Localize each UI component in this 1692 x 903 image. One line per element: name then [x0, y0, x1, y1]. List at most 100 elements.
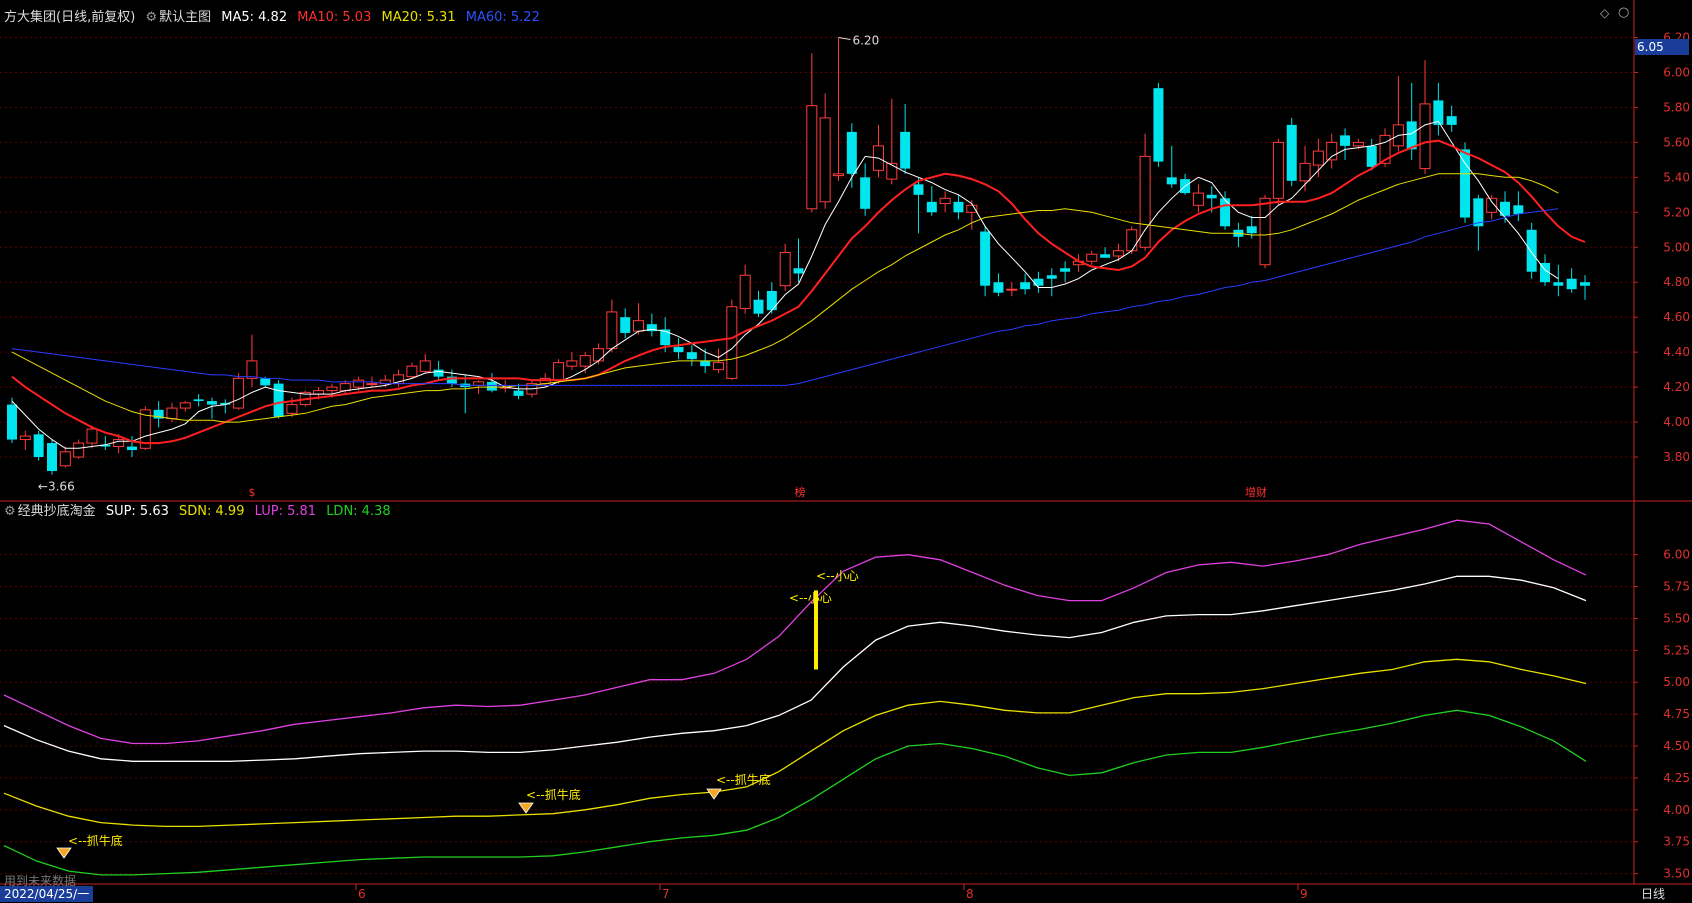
candle-down — [1206, 194, 1217, 199]
y-tick-label: 4.40 — [1663, 345, 1690, 359]
y-tick-label: 4.75 — [1663, 707, 1690, 721]
candle-up — [1006, 288, 1018, 291]
candle-up — [1272, 141, 1284, 199]
y-tick-label: 5.60 — [1663, 135, 1690, 149]
candle-up — [1126, 229, 1138, 252]
candle-up — [19, 435, 31, 441]
candle-up — [553, 362, 565, 381]
candle-up — [779, 252, 791, 287]
ma-line-ma60 — [11, 208, 1559, 386]
ma-line-ma10 — [11, 139, 1586, 445]
candle-up — [1139, 155, 1151, 248]
indicator-annotation: <--抓牛底 — [716, 772, 771, 787]
candle-down — [1340, 135, 1351, 146]
main-chart-header: 方大集团(日线,前复权) ⚙ 默认主图 MA5: 4.82 MA10: 5.03 … — [4, 6, 546, 25]
current-price-tag: 6.05 — [1635, 39, 1689, 55]
candle-up — [73, 442, 85, 458]
y-tick-label: 4.80 — [1663, 275, 1690, 289]
candle-down — [206, 401, 217, 405]
candle-down — [980, 231, 991, 286]
chart-canvas: 6.20 6.00 5.80 5.60 5.40 5.20 5.00 4.80 4.60 4.40… — [0, 0, 1692, 901]
lup-label: LUP: 5.81 — [254, 504, 317, 519]
circle-icon[interactable]: ○ — [1618, 5, 1629, 20]
candle-up — [1419, 103, 1431, 170]
y-tick-label: 5.40 — [1663, 170, 1690, 184]
candle-down — [1446, 116, 1457, 125]
high-pointer — [838, 36, 851, 40]
candle-down — [1513, 205, 1524, 215]
candle-up — [593, 348, 605, 362]
candle-up — [339, 383, 351, 392]
candle-down — [1580, 282, 1590, 286]
candle-up — [566, 360, 578, 367]
candle-down — [46, 443, 57, 472]
y-tick-label: 5.00 — [1663, 240, 1690, 254]
candle-down — [1100, 254, 1111, 258]
candle-down — [766, 290, 777, 311]
y-tick-label: 4.00 — [1663, 415, 1690, 429]
candle-down — [1553, 282, 1564, 286]
gear-icon[interactable]: ⚙ — [4, 504, 16, 519]
template-name[interactable]: 默认主图 — [159, 10, 211, 25]
candle-up — [832, 173, 844, 177]
y-tick-label: 5.80 — [1663, 100, 1690, 114]
candle-down — [513, 390, 524, 396]
indicator-line-ldn — [3, 709, 1587, 876]
candle-down — [926, 201, 937, 213]
ma5-label: MA5: 4.82 — [221, 10, 288, 25]
candle-down — [660, 329, 671, 346]
candle-down — [700, 360, 711, 367]
candle-up — [86, 428, 98, 444]
diamond-icon[interactable]: ◇ — [1600, 6, 1609, 20]
y-tick-label: 5.25 — [1663, 643, 1690, 657]
candle-up — [886, 162, 898, 180]
y-tick-label: 5.00 — [1663, 675, 1690, 689]
candle-down — [273, 383, 284, 417]
ldn-label: LDN: 4.38 — [326, 504, 391, 519]
low-pointer: ← — [38, 480, 48, 494]
candle-up — [1299, 162, 1311, 182]
y-tick-label: 3.80 — [1663, 450, 1690, 464]
candle-up — [739, 274, 751, 309]
candle-down — [1060, 268, 1071, 272]
candle-down — [1220, 198, 1231, 227]
candle-down — [1033, 278, 1044, 286]
y-tick-label: 5.75 — [1663, 580, 1690, 594]
candle-up — [246, 360, 258, 379]
candle-down — [673, 346, 684, 353]
candle-down — [1526, 229, 1537, 272]
candle-down — [1166, 177, 1177, 185]
event-marker: 增财 — [1245, 485, 1267, 499]
y-tick-label: 3.75 — [1663, 835, 1690, 849]
candle-up — [939, 197, 951, 205]
candle-down — [126, 446, 137, 451]
sup-label: SUP: 5.63 — [105, 504, 169, 519]
indicator-line-sdn — [3, 658, 1587, 828]
indicator-annotation: <--小心 — [816, 569, 859, 583]
candle-down — [1046, 275, 1057, 279]
candle-down — [1020, 282, 1031, 290]
candle-down — [753, 299, 764, 314]
symbol-name[interactable]: 方大集团 — [4, 10, 56, 25]
candle-down — [1246, 226, 1257, 234]
candle-up — [606, 311, 618, 350]
y-tick-label: 4.50 — [1663, 739, 1690, 753]
sdn-label: SDN: 4.99 — [179, 504, 245, 519]
candle-up — [1326, 141, 1338, 161]
candle-down — [993, 282, 1004, 293]
gear-icon[interactable]: ⚙ — [145, 10, 157, 25]
candle-up — [233, 377, 245, 409]
candle-up — [353, 379, 365, 388]
candle-up — [713, 362, 725, 371]
candle-down — [953, 201, 964, 213]
candle-up — [406, 365, 418, 378]
period-tab[interactable]: 日线 — [1641, 886, 1665, 902]
candle-down — [900, 131, 911, 169]
indicator-name[interactable]: 经典抄底淘金 — [18, 504, 96, 519]
indicator-annotation: <--抓牛底 — [526, 787, 581, 802]
x-tick-label: 7 — [662, 887, 670, 901]
candle-down — [1153, 88, 1164, 162]
candle-up — [1259, 197, 1271, 266]
event-marker: $ — [249, 486, 256, 499]
ma10-label: MA10: 5.03 — [297, 10, 372, 25]
